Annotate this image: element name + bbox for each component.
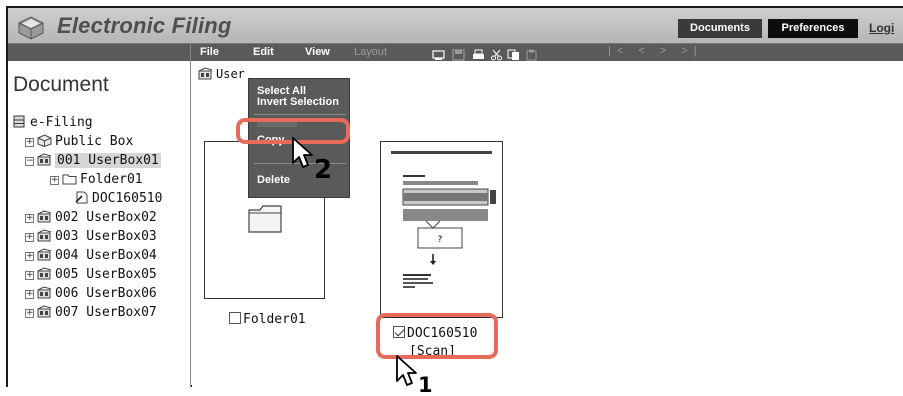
tree-item-label: 005 UserBox05 bbox=[55, 267, 157, 282]
userbox-icon bbox=[37, 248, 52, 261]
tree-item-userbox02[interactable]: +002 UserBox02 bbox=[25, 209, 157, 227]
document-icon bbox=[75, 191, 88, 204]
userbox-icon bbox=[198, 67, 213, 80]
tree-root-label: e-Filing bbox=[30, 115, 93, 130]
tree-item-userbox01[interactable]: − 001 UserBox01 bbox=[25, 152, 161, 170]
expand-icon[interactable]: + bbox=[50, 176, 59, 185]
current-path-label: User bbox=[216, 67, 245, 81]
folder-caption[interactable]: Folder01 bbox=[229, 312, 306, 327]
edit-menu[interactable]: Edit bbox=[253, 45, 274, 60]
tree-item-label: 004 UserBox04 bbox=[55, 248, 157, 263]
document-thumbnail[interactable]: ? bbox=[380, 141, 503, 318]
menu-bar: File Edit View Layout |< < > >| bbox=[8, 44, 903, 61]
expand-icon[interactable]: + bbox=[25, 233, 34, 242]
expand-icon[interactable]: + bbox=[25, 271, 34, 280]
tree-item-label: Folder01 bbox=[80, 172, 143, 187]
folder-caption-label: Folder01 bbox=[243, 312, 306, 327]
properties-icon[interactable] bbox=[432, 46, 445, 60]
menu-separator bbox=[254, 114, 346, 115]
view-menu[interactable]: View bbox=[305, 45, 330, 60]
cabinet-icon bbox=[13, 115, 25, 128]
tree-item-label: 001 UserBox01 bbox=[55, 153, 161, 168]
collapse-icon[interactable]: − bbox=[25, 157, 34, 166]
tree-item-label: 007 UserBox07 bbox=[55, 305, 157, 320]
userbox-icon bbox=[37, 153, 52, 166]
tree-item-userbox03[interactable]: +003 UserBox03 bbox=[25, 228, 157, 246]
file-menu[interactable]: File bbox=[200, 45, 219, 60]
expand-icon[interactable]: + bbox=[25, 214, 34, 223]
folder-icon bbox=[248, 205, 282, 233]
tree-item-label: 003 UserBox03 bbox=[55, 229, 157, 244]
document-preview: ? bbox=[391, 151, 496, 288]
userbox-icon bbox=[37, 267, 52, 280]
folder-icon bbox=[62, 174, 77, 185]
delete-item[interactable]: Delete bbox=[257, 174, 290, 186]
expand-icon[interactable]: + bbox=[25, 309, 34, 318]
document-highlight bbox=[376, 313, 498, 359]
page-nav-arrows: |< < > >| bbox=[608, 45, 703, 57]
tree-item-userbox07[interactable]: +007 UserBox07 bbox=[25, 304, 157, 322]
tree-item-doc160510[interactable]: DOC160510 bbox=[74, 190, 162, 208]
tree-item-label: 002 UserBox02 bbox=[55, 210, 157, 225]
step-number-1: 1 bbox=[418, 373, 433, 396]
userbox-icon bbox=[37, 229, 52, 242]
folder-checkbox[interactable] bbox=[229, 312, 241, 324]
userbox-icon bbox=[37, 286, 52, 299]
current-path: User bbox=[198, 67, 245, 81]
expand-icon[interactable]: + bbox=[25, 290, 34, 299]
doc-preview-question: ? bbox=[438, 235, 443, 245]
step-number-2: 2 bbox=[314, 155, 333, 185]
menu-bar-left-pane bbox=[8, 44, 191, 61]
tree-item-folder01[interactable]: + Folder01 bbox=[50, 171, 143, 189]
documents-tab[interactable]: Documents bbox=[678, 19, 762, 38]
app-title: Electronic Filing bbox=[57, 13, 232, 38]
userbox-icon bbox=[37, 305, 52, 318]
tree-item-label: DOC160510 bbox=[92, 191, 163, 206]
tree-item-userbox04[interactable]: +004 UserBox04 bbox=[25, 247, 157, 265]
print-icon[interactable] bbox=[472, 46, 485, 59]
tree-root[interactable]: e-Filing bbox=[12, 114, 93, 132]
tree-item-label: 006 UserBox06 bbox=[55, 286, 157, 301]
app-logo-icon bbox=[18, 16, 44, 40]
tree-item-public-box[interactable]: + Public Box bbox=[25, 133, 133, 151]
app-header: Electronic Filing Documents Preferences … bbox=[8, 8, 903, 44]
cut-icon[interactable] bbox=[490, 46, 503, 61]
box-icon bbox=[37, 134, 52, 147]
tree-item-label: Public Box bbox=[55, 134, 134, 149]
paste-icon[interactable] bbox=[525, 46, 538, 61]
userbox-icon bbox=[37, 210, 52, 223]
login-link[interactable]: Logi bbox=[869, 19, 894, 38]
folder-tree: Document e-Filing + Public Box − 001 UserB… bbox=[8, 61, 191, 387]
save-icon[interactable] bbox=[452, 46, 465, 61]
invert-selection-item[interactable]: Invert Selection bbox=[257, 96, 339, 108]
tree-item-userbox05[interactable]: +005 UserBox05 bbox=[25, 266, 157, 284]
expand-icon[interactable]: + bbox=[25, 138, 34, 147]
layout-menu[interactable]: Layout bbox=[354, 45, 387, 60]
preferences-tab[interactable]: Preferences bbox=[768, 19, 858, 38]
tree-title: Document bbox=[13, 73, 109, 96]
tree-item-userbox06[interactable]: +006 UserBox06 bbox=[25, 285, 157, 303]
expand-icon[interactable]: + bbox=[25, 252, 34, 261]
copy-icon[interactable] bbox=[507, 46, 520, 60]
